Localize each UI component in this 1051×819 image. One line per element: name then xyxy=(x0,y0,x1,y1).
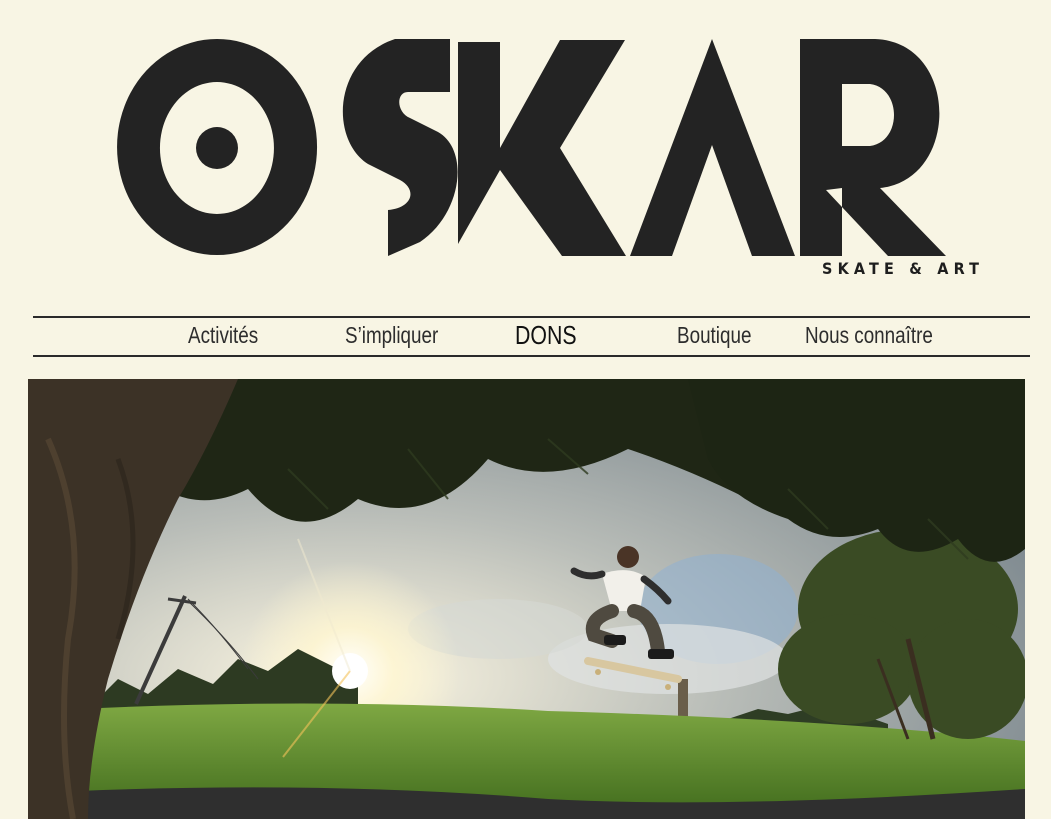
skateboarder-photo xyxy=(28,379,1025,819)
oskar-logo-mark xyxy=(117,39,946,256)
nav-item-activites[interactable]: Activités xyxy=(188,322,258,349)
oskar-logo[interactable]: SKATE & ART xyxy=(0,0,1051,300)
hero-image xyxy=(28,379,1025,819)
main-nav: Activités S’impliquer DONS Boutique Nous… xyxy=(33,316,1030,357)
tagline: SKATE & ART xyxy=(822,259,985,278)
nav-item-dons[interactable]: DONS xyxy=(515,320,577,351)
nav-item-nous-connaitre[interactable]: Nous connaître xyxy=(805,322,933,349)
nav-item-boutique[interactable]: Boutique xyxy=(677,322,751,349)
nav-item-simpliquer[interactable]: S’impliquer xyxy=(345,322,438,349)
